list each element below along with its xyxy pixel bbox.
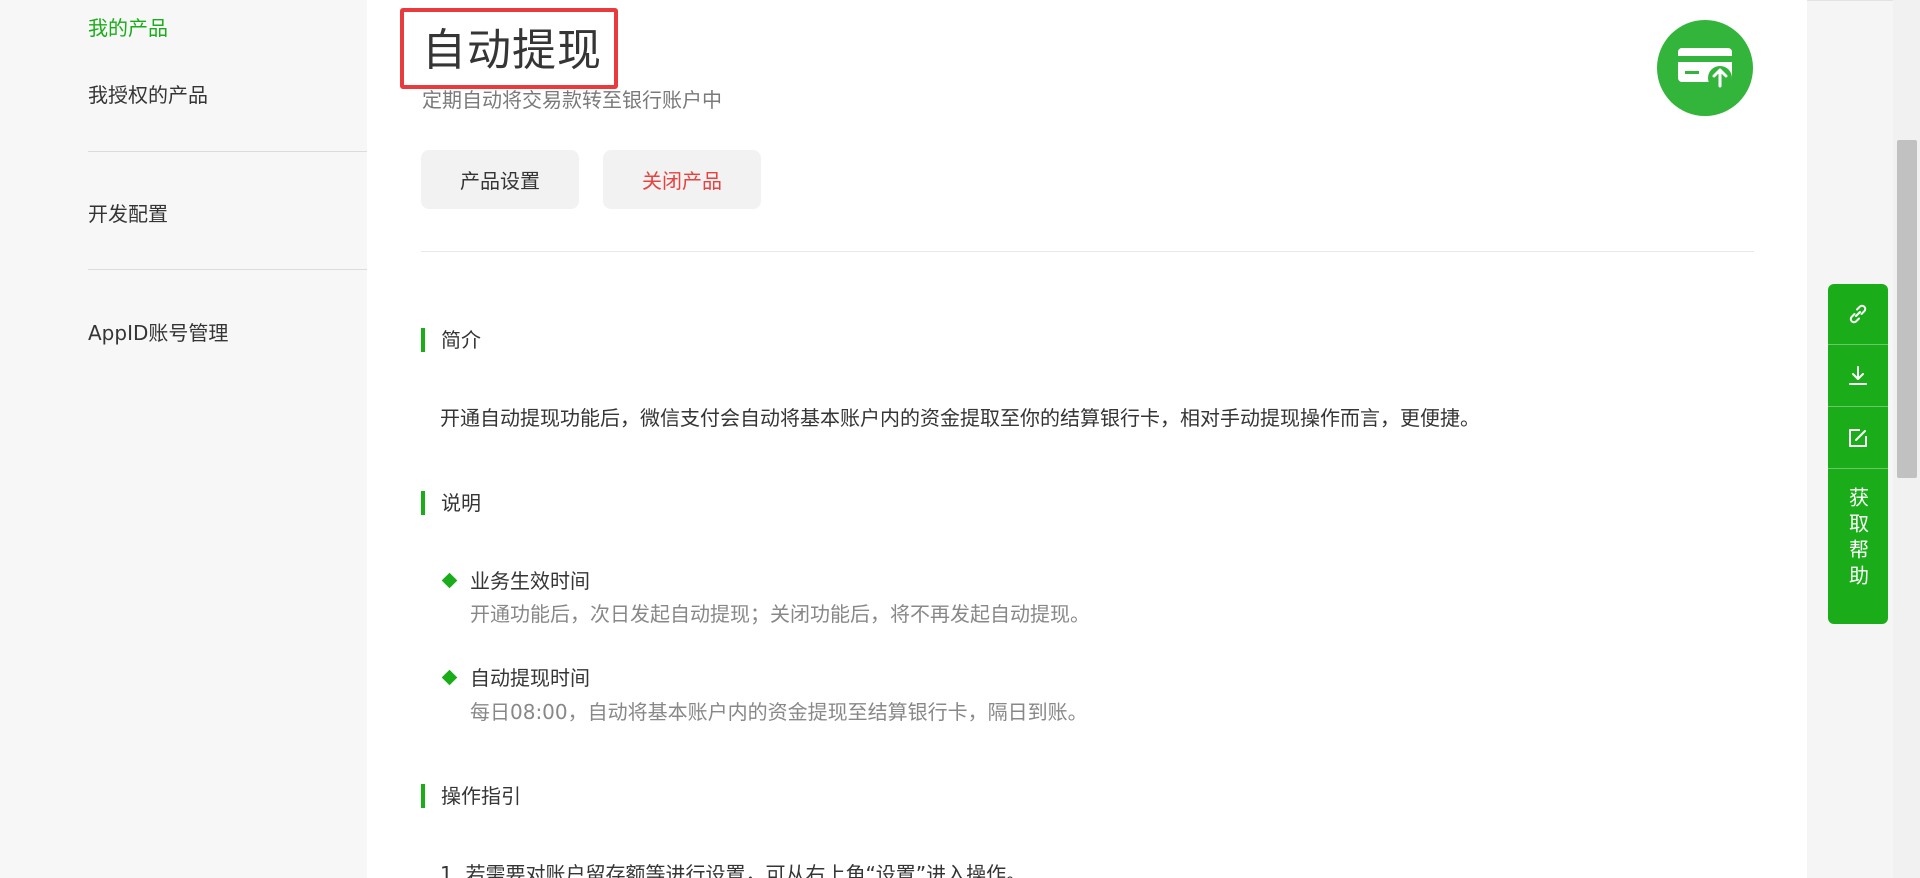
toolbar-separator — [1828, 406, 1888, 407]
sidebar: 我的产品 我授权的产品 开发配置 AppID账号管理 — [0, 0, 367, 878]
link-icon[interactable] — [1828, 284, 1888, 344]
sidebar-divider — [88, 269, 367, 270]
toolbar-separator — [1828, 344, 1888, 345]
page-subtitle: 定期自动将交易款转至银行账户中 — [422, 88, 722, 112]
product-settings-button[interactable]: 产品设置 — [421, 150, 579, 209]
note-item-title: 自动提现时间 — [470, 666, 590, 690]
get-help-button[interactable]: 获取帮助 — [1828, 469, 1888, 624]
page-scrollbar[interactable] — [1893, 0, 1920, 878]
bullet-diamond-icon — [441, 669, 458, 686]
edit-icon[interactable] — [1828, 408, 1888, 468]
section-title-guide: 操作指引 — [421, 784, 521, 808]
card-upload-icon — [1657, 20, 1753, 116]
sidebar-item-authorized-products[interactable]: 我授权的产品 — [88, 79, 208, 108]
sidebar-item-dev-config[interactable]: 开发配置 — [88, 198, 168, 227]
note-item-desc: 每日08:00，自动将基本账户内的资金提现至结算银行卡，隔日到账。 — [470, 700, 1088, 724]
section-title-notes: 说明 — [421, 491, 481, 515]
main-panel: 自动提现 定期自动将交易款转至银行账户中 产品设置 关闭产品 简介 开通自动提现… — [367, 0, 1807, 878]
scrollbar-thumb[interactable] — [1897, 140, 1917, 478]
sidebar-divider — [88, 151, 367, 152]
note-item-title: 业务生效时间 — [470, 569, 590, 593]
bullet-diamond-icon — [441, 572, 458, 589]
close-product-button[interactable]: 关闭产品 — [603, 150, 761, 209]
section-title-intro: 简介 — [421, 328, 481, 352]
floating-toolbar: 获取帮助 — [1828, 284, 1888, 624]
get-help-label: 获取帮助 — [1845, 487, 1870, 591]
intro-text: 开通自动提现功能后，微信支付会自动将基本账户内的资金提取至你的结算银行卡，相对手… — [440, 406, 1480, 430]
title-highlight-box — [400, 8, 618, 89]
guide-step-1: 1. 若需要对账户留存额等进行设置，可从右上角“设置”进入操作。 — [440, 862, 1027, 878]
download-icon[interactable] — [1828, 346, 1888, 406]
sidebar-item-my-products[interactable]: 我的产品 — [88, 12, 168, 41]
sidebar-item-appid-management[interactable]: AppID账号管理 — [88, 317, 228, 346]
note-item-desc: 开通功能后，次日发起自动提现；关闭功能后，将不再发起自动提现。 — [470, 602, 1090, 626]
content-divider — [421, 251, 1754, 252]
